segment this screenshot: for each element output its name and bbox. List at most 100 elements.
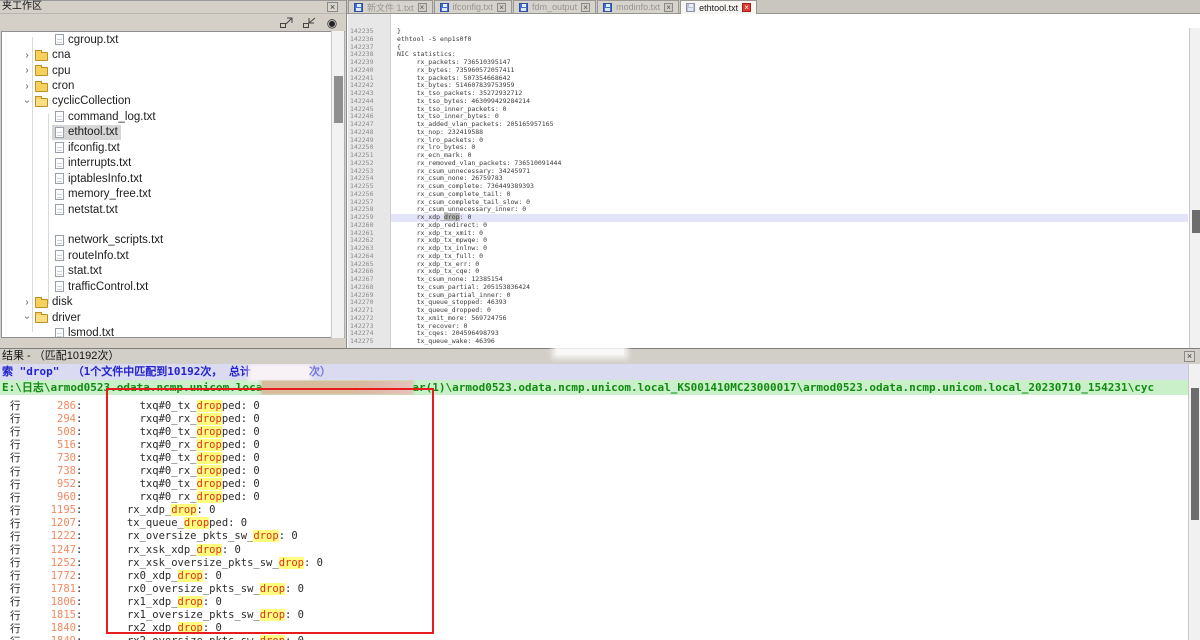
result-row[interactable]: 行1222: rx_oversize_pkts_sw_drop: 0 (0, 530, 1188, 543)
tree-item-label: iptablesInfo.txt (68, 173, 142, 185)
editor-line[interactable]: 142250 rx_lro_bytes: 0 (348, 144, 1188, 152)
match-highlight: drop (260, 609, 285, 621)
tree-item-interrupts[interactable]: interrupts.txt (2, 156, 344, 171)
close-icon[interactable]: × (1184, 351, 1195, 362)
editor-lines[interactable]: 142235}142236ethtool -S enp1s0f0142237{ 1… (348, 28, 1188, 346)
expand-all-icon[interactable] (278, 16, 294, 30)
tree-item-cron[interactable]: ›cron (2, 78, 344, 93)
result-row[interactable]: 行1849: rx2_oversize_pkts_sw_drop: 0 (0, 635, 1188, 640)
results-scrollbar-thumb[interactable] (1191, 388, 1199, 520)
chevron-right-icon[interactable]: › (22, 81, 32, 92)
chevron-right-icon[interactable]: › (22, 50, 32, 61)
close-icon[interactable]: × (418, 3, 427, 12)
collapse-all-icon[interactable] (301, 16, 317, 30)
close-icon[interactable]: × (327, 2, 338, 12)
tree-item-command-log[interactable]: command_log.txt (2, 109, 344, 124)
editor-scrollbar-thumb[interactable] (1192, 210, 1200, 233)
tab-label: 新文件 1.txt (367, 1, 414, 14)
editor-line[interactable]: 142272 tx_xmit_more: 569724756 (348, 315, 1188, 323)
editor-line[interactable]: 142275 tx_queue_wake: 46396 (348, 338, 1188, 346)
tree-item-routeinfo[interactable]: routeInfo.txt (2, 248, 344, 263)
chevron-down-icon[interactable]: › (22, 313, 33, 323)
tree-item-disk[interactable]: ›disk (2, 294, 344, 309)
tree-item-stat[interactable]: stat.txt (2, 264, 344, 279)
tab-label: fdm_output (532, 2, 577, 12)
tree-item-ifconfig[interactable]: ifconfig.txt (2, 140, 344, 155)
result-row[interactable]: 行1772: rx0_xdp_drop: 0 (0, 569, 1188, 582)
save-state-icon (354, 3, 363, 12)
file-icon (55, 142, 64, 153)
row-text-pre: rx1_oversize_pkts_sw_ (114, 609, 259, 621)
result-row[interactable]: 行1247: rx_xsk_xdp_drop: 0 (0, 543, 1188, 556)
tree-item-network-scripts[interactable]: network_scripts.txt (2, 233, 344, 248)
locate-file-icon[interactable]: ◉ (324, 16, 340, 30)
close-icon[interactable]: × (742, 3, 751, 12)
result-row[interactable]: 行1806: rx1_xdp_drop: 0 (0, 595, 1188, 608)
tab-modinfo[interactable]: modinfo.txt× (597, 0, 679, 13)
tree-vertical-scrollbar[interactable] (331, 31, 344, 338)
workspace-tree[interactable]: cgroup.txt›cna›cpu›cron›cyclicCollection… (1, 31, 345, 338)
row-text-pre: rx_oversize_pkts_sw_ (114, 530, 253, 542)
editor-line[interactable]: 142236ethtool -S enp1s0f0 (348, 36, 1188, 44)
chevron-down-icon[interactable]: › (22, 96, 33, 106)
row-text-pre: rx1_xdp_ (114, 596, 177, 608)
tree-item-lsmod[interactable]: lsmod.txt (2, 325, 344, 338)
editor-area[interactable]: 142235}142236ethtool -S enp1s0f0142237{ 1… (347, 14, 1200, 348)
editor-line[interactable]: 142237{ (348, 44, 1188, 52)
tab-1[interactable]: 新文件 1.txt × (348, 0, 433, 13)
close-icon[interactable]: × (497, 3, 506, 12)
result-row[interactable]: 行294: rxq#0_rx_dropped: 0 (0, 412, 1188, 425)
result-row[interactable]: 行1815: rx1_oversize_pkts_sw_drop: 0 (0, 609, 1188, 622)
editor-line[interactable]: 142235} (348, 28, 1188, 36)
result-row[interactable]: 行738: rxq#0_rx_dropped: 0 (0, 464, 1188, 477)
row-line-number: 1195 (26, 504, 76, 516)
tree-item-cna[interactable]: ›cna (2, 47, 344, 62)
tab-fdm-output[interactable]: fdm_output × (513, 0, 596, 13)
tree-item-cgroup[interactable]: cgroup.txt (2, 32, 344, 47)
match-highlight: drop (197, 465, 222, 477)
tree-item-memory-free[interactable]: memory_free.txt (2, 186, 344, 201)
chevron-right-icon[interactable]: › (22, 65, 32, 76)
tree-item-netstat[interactable]: netstat.txt (2, 202, 344, 217)
tab-ifconfig[interactable]: ifconfig.txt× (434, 0, 513, 13)
close-icon[interactable]: × (581, 3, 590, 12)
row-text: rxq#0_rx_dropped: 0 (114, 413, 259, 425)
close-icon[interactable]: × (664, 3, 673, 12)
result-row[interactable]: 行730: txq#0_tx_dropped: 0 (0, 451, 1188, 464)
tree-item-ethtool[interactable]: ethtool.txt (2, 125, 344, 140)
results-vertical-scrollbar[interactable] (1188, 364, 1200, 640)
match-highlight: drop (260, 635, 285, 640)
file-icon (55, 173, 64, 184)
editor-line[interactable]: 142258 rx_csum_unnecessary_inner: 0 (348, 206, 1188, 214)
row-colon: : (76, 400, 82, 412)
line-text: rx_csum_unnecessary_inner: 0 (391, 206, 1188, 214)
result-row[interactable]: 行960: rxq#0_rx_dropped: 0 (0, 491, 1188, 504)
tree-item-cycliccollection[interactable]: ›cyclicCollection (2, 94, 344, 109)
tree-item-label: lsmod.txt (68, 327, 114, 338)
chevron-right-icon[interactable]: › (22, 297, 32, 308)
tree-item-driver[interactable]: ›driver (2, 310, 344, 325)
result-row[interactable]: 行286: txq#0_tx_dropped: 0 (0, 399, 1188, 412)
row-text: txq#0_tx_dropped: 0 (114, 452, 259, 464)
line-text: rx_xdp_tx_xmit: 0 (391, 230, 1188, 238)
result-file-path-line[interactable]: E:\日志\armod0523.odata.ncmp.unicom.locaar… (0, 380, 1200, 395)
tab-ethtool[interactable]: ethtool.txt× (680, 0, 757, 14)
result-row[interactable]: 行1840: rx2_xdp_drop: 0 (0, 622, 1188, 635)
result-row[interactable]: 行1207: tx_queue_dropped: 0 (0, 517, 1188, 530)
result-row[interactable]: 行1781: rx0_oversize_pkts_sw_drop: 0 (0, 582, 1188, 595)
row-text-pre: rx0_oversize_pkts_sw_ (114, 583, 259, 595)
tree-item-cpu[interactable]: ›cpu (2, 63, 344, 78)
result-row[interactable]: 行516: rxq#0_rx_dropped: 0 (0, 438, 1188, 451)
result-row[interactable]: 行952: txq#0_tx_dropped: 0 (0, 478, 1188, 491)
tree-item-trafficcontrol[interactable]: trafficControl.txt (2, 279, 344, 294)
row-colon: : (76, 413, 82, 425)
result-row[interactable]: 行1252: rx_xsk_oversize_pkts_sw_drop: 0 (0, 556, 1188, 569)
editor-vertical-scrollbar[interactable] (1189, 28, 1200, 348)
result-row[interactable]: 行1195: rx_xdp_drop: 0 (0, 504, 1188, 517)
result-row[interactable]: 行508: txq#0_tx_dropped: 0 (0, 425, 1188, 438)
match-highlight: drop (197, 413, 222, 425)
tree-scrollbar-thumb[interactable] (334, 76, 343, 123)
tree-item-iptablesinfo[interactable]: iptablesInfo.txt (2, 171, 344, 186)
result-rows-list[interactable]: 行286: txq#0_tx_dropped: 0行294: rxq#0_rx_… (0, 395, 1188, 640)
row-text-pre: rxq#0_rx_ (114, 491, 196, 503)
